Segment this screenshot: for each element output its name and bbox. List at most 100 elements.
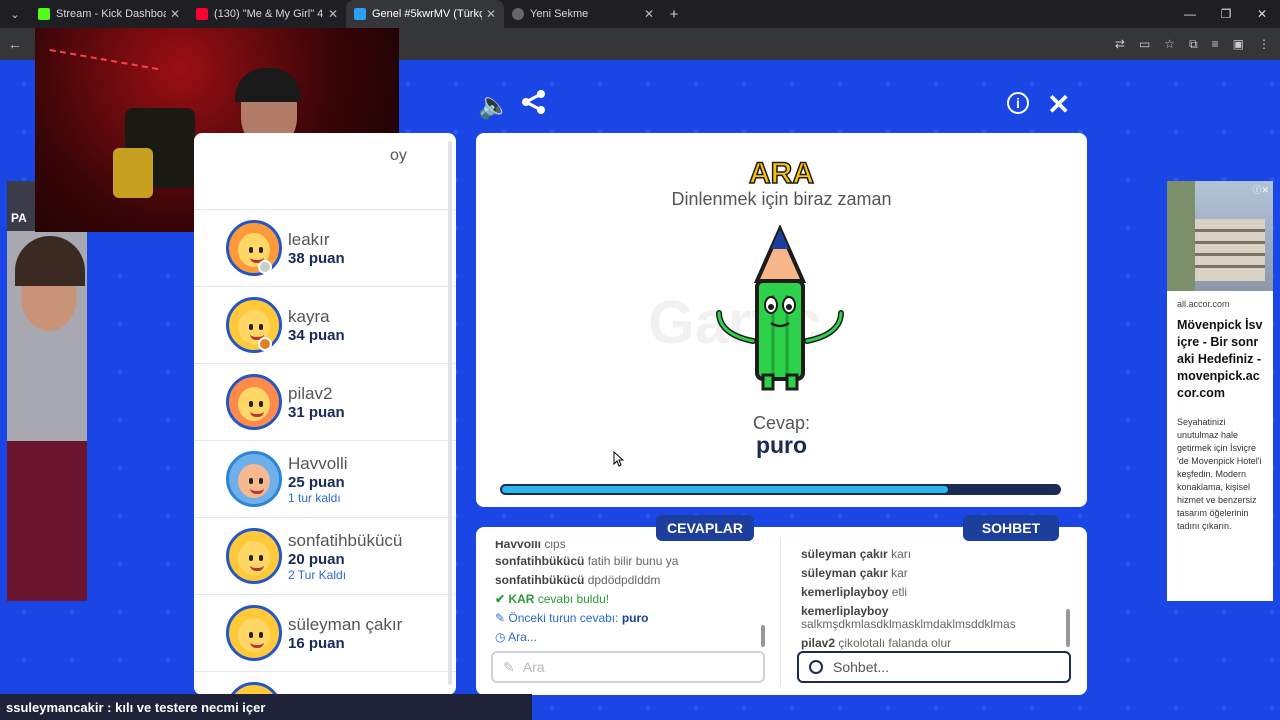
- round-timer-fill: [502, 486, 948, 493]
- browser-tab-kick[interactable]: Stream - Kick Dashboard ✕: [30, 0, 188, 28]
- chat-input[interactable]: Sohbet...: [797, 651, 1071, 683]
- chat-text: karı: [891, 547, 912, 561]
- extensions-icon[interactable]: ⧉: [1189, 37, 1198, 52]
- answers-feed: Havvolli cips sonfatihbükücü fatih bilir …: [495, 541, 765, 649]
- ad-headline[interactable]: Mövenpick İsviçre - Bir sonraki Hedefini…: [1177, 317, 1263, 402]
- chat-feed-line: salkmşdkmlasdklmasklmdaklmsddklmas: [801, 617, 1071, 636]
- answer-feed-line: sonfatihbükücü dpdödpdlddm: [495, 573, 765, 592]
- ad-hotel-image: ⓘ✕: [1167, 181, 1273, 291]
- player-score: 34 puan: [288, 326, 345, 344]
- chat-text: kar: [891, 566, 908, 580]
- player-row[interactable]: kayra 34 puan: [194, 287, 456, 364]
- answers-scrollbar[interactable]: [761, 625, 765, 647]
- left-ad-banner[interactable]: PA: [7, 181, 87, 601]
- answer-word: puro: [755, 432, 808, 458]
- mouse-cursor-icon: [613, 451, 625, 467]
- player-row[interactable]: sonfatihbükücü 20 puan 2 Tur Kaldı: [194, 518, 456, 595]
- menu-kebab-icon[interactable]: ⋮: [1258, 37, 1270, 52]
- player-row[interactable]: süleyman çakır 16 puan: [194, 595, 456, 672]
- drawing-panel: ARA Dinlenmek için biraz zaman Gartic Ce…: [476, 133, 1087, 507]
- player-avatar: [226, 220, 282, 276]
- answer-feed-line: Havvolli cips: [495, 541, 765, 554]
- answer-found-line: ✔ KAR cevabı buldu!: [495, 592, 610, 606]
- ad-hair-image: [15, 236, 85, 286]
- player-list: leakır 38 puan kayra 34 puan pilav2 31 puan Ha…: [194, 210, 456, 695]
- checkmark-icon: ✔: [495, 592, 506, 606]
- round-timer-bar: [500, 484, 1061, 495]
- media-icon[interactable]: ≡: [1212, 37, 1219, 52]
- globe-icon: [512, 8, 524, 20]
- chat-text: salkmşdkmlasdklmasklmdaklmsddklmas: [801, 617, 1016, 631]
- player-note: 1 tur kaldı: [288, 490, 341, 505]
- answer-label: Cevap:: [752, 413, 811, 433]
- feed-user: sonfatihbükücü: [495, 554, 585, 568]
- answer-input[interactable]: ✎ Ara: [491, 651, 765, 683]
- back-arrow-icon[interactable]: ←: [0, 36, 30, 52]
- player-row[interactable]: KAR: [194, 672, 456, 695]
- bookmark-star-icon[interactable]: ☆: [1164, 37, 1175, 52]
- pencil-icon: ✎: [503, 658, 515, 675]
- players-scrollbar[interactable]: [448, 141, 452, 685]
- maximize-icon[interactable]: ❐: [1208, 7, 1244, 21]
- player-avatar: [226, 528, 282, 584]
- speaker-icon[interactable]: 🔈: [478, 90, 510, 121]
- chat-user: süleyman çakır: [801, 566, 888, 580]
- pencil-icon: ✎: [495, 611, 506, 625]
- translate-icon[interactable]: ⇄: [1115, 37, 1125, 52]
- chat-user: pilav2: [801, 636, 836, 650]
- player-score: 31 puan: [288, 403, 345, 421]
- chat-text: çikolotalı falanda olur: [838, 636, 952, 650]
- player-score: 20 puan: [288, 550, 345, 568]
- player-status-dot: [258, 337, 272, 351]
- player-note: 2 Tur Kaldı: [288, 567, 347, 582]
- player-row[interactable]: Havvolli 25 puan 1 tur kaldı: [194, 441, 456, 518]
- youtube-favicon-icon: [196, 8, 208, 20]
- close-tab-icon[interactable]: ✕: [486, 7, 496, 21]
- player-row[interactable]: leakır 38 puan: [194, 210, 456, 287]
- close-tab-icon[interactable]: ✕: [644, 7, 654, 21]
- feed-user: sonfatihbükücü: [495, 573, 585, 587]
- tab-chat[interactable]: SOHBET: [963, 515, 1059, 541]
- player-name: kayra: [288, 306, 330, 326]
- browser-tab-gartic[interactable]: Genel #5kwrMV (Türkçe) - ... ✕: [346, 0, 504, 28]
- tab-search-icon[interactable]: ⌄: [0, 8, 30, 21]
- profile-icon[interactable]: ▣: [1233, 37, 1244, 52]
- tab-answers[interactable]: CEVAPLAR: [656, 515, 754, 541]
- pencil-mascot-icon: [716, 225, 844, 391]
- browser-tab-youtube[interactable]: (130) "Me & My Girl" 420 V... ✕: [188, 0, 346, 28]
- player-name: süleyman çakır: [288, 614, 403, 634]
- chat-text: etli: [891, 585, 908, 599]
- player-name: leakır: [288, 229, 330, 249]
- share-icon[interactable]: [520, 88, 548, 116]
- chat-feed: süleyman çakır karı süleyman çakır kar kem…: [801, 547, 1071, 655]
- gartic-favicon-icon: [354, 8, 366, 20]
- player-score: 25 puan: [288, 473, 345, 491]
- close-tab-icon[interactable]: ✕: [328, 7, 338, 21]
- clock-icon: ◷: [495, 630, 506, 644]
- player-row[interactable]: pilav2 31 puan: [194, 364, 456, 441]
- players-panel: oy leakır 38 puan kayra 34 puan pilav2 31 pua…: [194, 133, 456, 695]
- right-ad-banner[interactable]: ⓘ✕ all.accor.com Mövenpick İsviçre - Bir…: [1167, 181, 1273, 601]
- player-avatar: [226, 451, 282, 507]
- chat-feed-line: kemerliplayboy etli: [801, 585, 1071, 604]
- player-name: pilav2: [288, 383, 333, 403]
- feed-user: Havvolli: [495, 541, 542, 551]
- chat-scrollbar[interactable]: [1066, 609, 1070, 647]
- feed-text: dpdödpdlddm: [587, 573, 661, 587]
- chat-feed-line: süleyman çakır kar: [801, 566, 1071, 585]
- player-score: 38 puan: [288, 249, 345, 267]
- new-tab-plus-icon[interactable]: +: [662, 6, 686, 23]
- round-subtitle: Dinlenmek için biraz zaman: [671, 189, 892, 209]
- close-tab-icon[interactable]: ✕: [170, 7, 180, 21]
- chat-user: kemerliplayboy: [801, 604, 889, 617]
- window-close-icon[interactable]: ✕: [1244, 7, 1280, 21]
- browser-tab-new[interactable]: Yeni Sekme ✕: [504, 0, 662, 28]
- info-icon[interactable]: i: [1007, 92, 1029, 114]
- minimize-icon[interactable]: —: [1172, 7, 1208, 21]
- cast-icon[interactable]: ▭: [1139, 37, 1150, 52]
- close-icon[interactable]: ✕: [1047, 88, 1070, 121]
- chat-feed-line: süleyman çakır karı: [801, 547, 1071, 566]
- ad-choices-icon[interactable]: ⓘ✕: [1252, 183, 1269, 196]
- player-name: sonfatihbükücü: [288, 530, 403, 550]
- chat-user: süleyman çakır: [801, 547, 888, 561]
